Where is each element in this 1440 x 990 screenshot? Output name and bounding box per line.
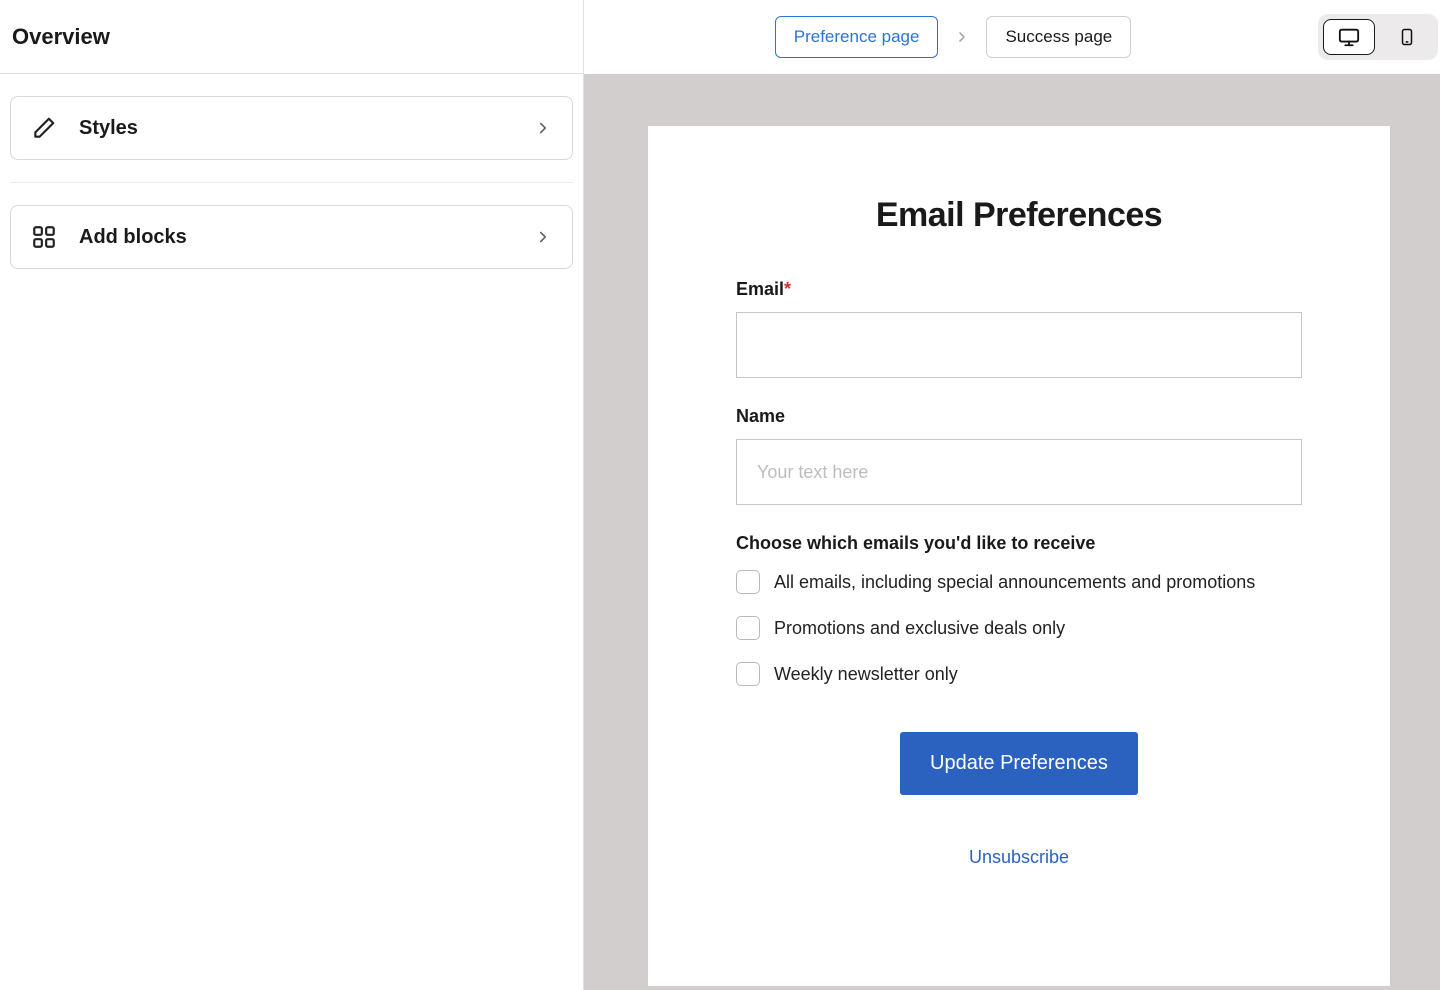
- option-label: Weekly newsletter only: [774, 664, 958, 685]
- sidebar-item-styles[interactable]: Styles: [10, 96, 573, 160]
- sidebar-body: Styles Add blocks: [0, 74, 583, 291]
- email-label: Email*: [736, 279, 1302, 300]
- form-heading: Email Preferences: [736, 196, 1302, 235]
- page-tabs: Preference page Success page: [600, 16, 1306, 58]
- topbar: Preference page Success page: [584, 0, 1440, 74]
- name-input[interactable]: [736, 439, 1302, 505]
- sidebar: Overview Styles Add blocks: [0, 0, 584, 990]
- preference-form-card: Email Preferences Email* Name Choose whi…: [648, 126, 1390, 986]
- unsubscribe-wrap: Unsubscribe: [736, 847, 1302, 868]
- email-label-text: Email: [736, 279, 784, 299]
- chevron-right-icon: [534, 119, 552, 137]
- name-label: Name: [736, 406, 1302, 427]
- choices-group: Choose which emails you'd like to receiv…: [736, 533, 1302, 686]
- tab-success-page[interactable]: Success page: [986, 16, 1131, 58]
- preview-pane: Preference page Success page: [584, 0, 1440, 990]
- sidebar-header: Overview: [0, 0, 583, 74]
- required-mark: *: [784, 279, 791, 299]
- preview-canvas: Email Preferences Email* Name Choose whi…: [584, 74, 1440, 990]
- blocks-icon: [31, 224, 57, 250]
- email-field-group: Email*: [736, 279, 1302, 378]
- device-desktop-button[interactable]: [1323, 19, 1375, 55]
- desktop-icon: [1338, 26, 1360, 48]
- device-toggle: [1318, 14, 1438, 60]
- tab-label: Success page: [1005, 27, 1112, 46]
- option-label: Promotions and exclusive deals only: [774, 618, 1065, 639]
- chevron-right-icon: [954, 29, 970, 45]
- chevron-right-icon: [534, 228, 552, 246]
- divider: [10, 182, 573, 183]
- choices-heading: Choose which emails you'd like to receiv…: [736, 533, 1302, 554]
- tab-label: Preference page: [794, 27, 920, 46]
- sidebar-item-label: Styles: [79, 117, 512, 140]
- device-mobile-button[interactable]: [1381, 19, 1433, 55]
- name-field-group: Name: [736, 406, 1302, 505]
- pencil-icon: [31, 115, 57, 141]
- unsubscribe-link[interactable]: Unsubscribe: [969, 847, 1069, 867]
- option-row-all-emails[interactable]: All emails, including special announceme…: [736, 570, 1302, 594]
- sidebar-item-label: Add blocks: [79, 226, 512, 249]
- mobile-icon: [1398, 26, 1416, 48]
- checkbox[interactable]: [736, 616, 760, 640]
- checkbox[interactable]: [736, 662, 760, 686]
- option-label: All emails, including special announceme…: [774, 572, 1255, 593]
- option-row-promotions[interactable]: Promotions and exclusive deals only: [736, 616, 1302, 640]
- email-input[interactable]: [736, 312, 1302, 378]
- submit-wrap: Update Preferences: [736, 732, 1302, 795]
- option-row-newsletter[interactable]: Weekly newsletter only: [736, 662, 1302, 686]
- tab-preference-page[interactable]: Preference page: [775, 16, 939, 58]
- checkbox[interactable]: [736, 570, 760, 594]
- sidebar-item-add-blocks[interactable]: Add blocks: [10, 205, 573, 269]
- sidebar-title: Overview: [12, 24, 110, 50]
- update-preferences-button[interactable]: Update Preferences: [900, 732, 1138, 795]
